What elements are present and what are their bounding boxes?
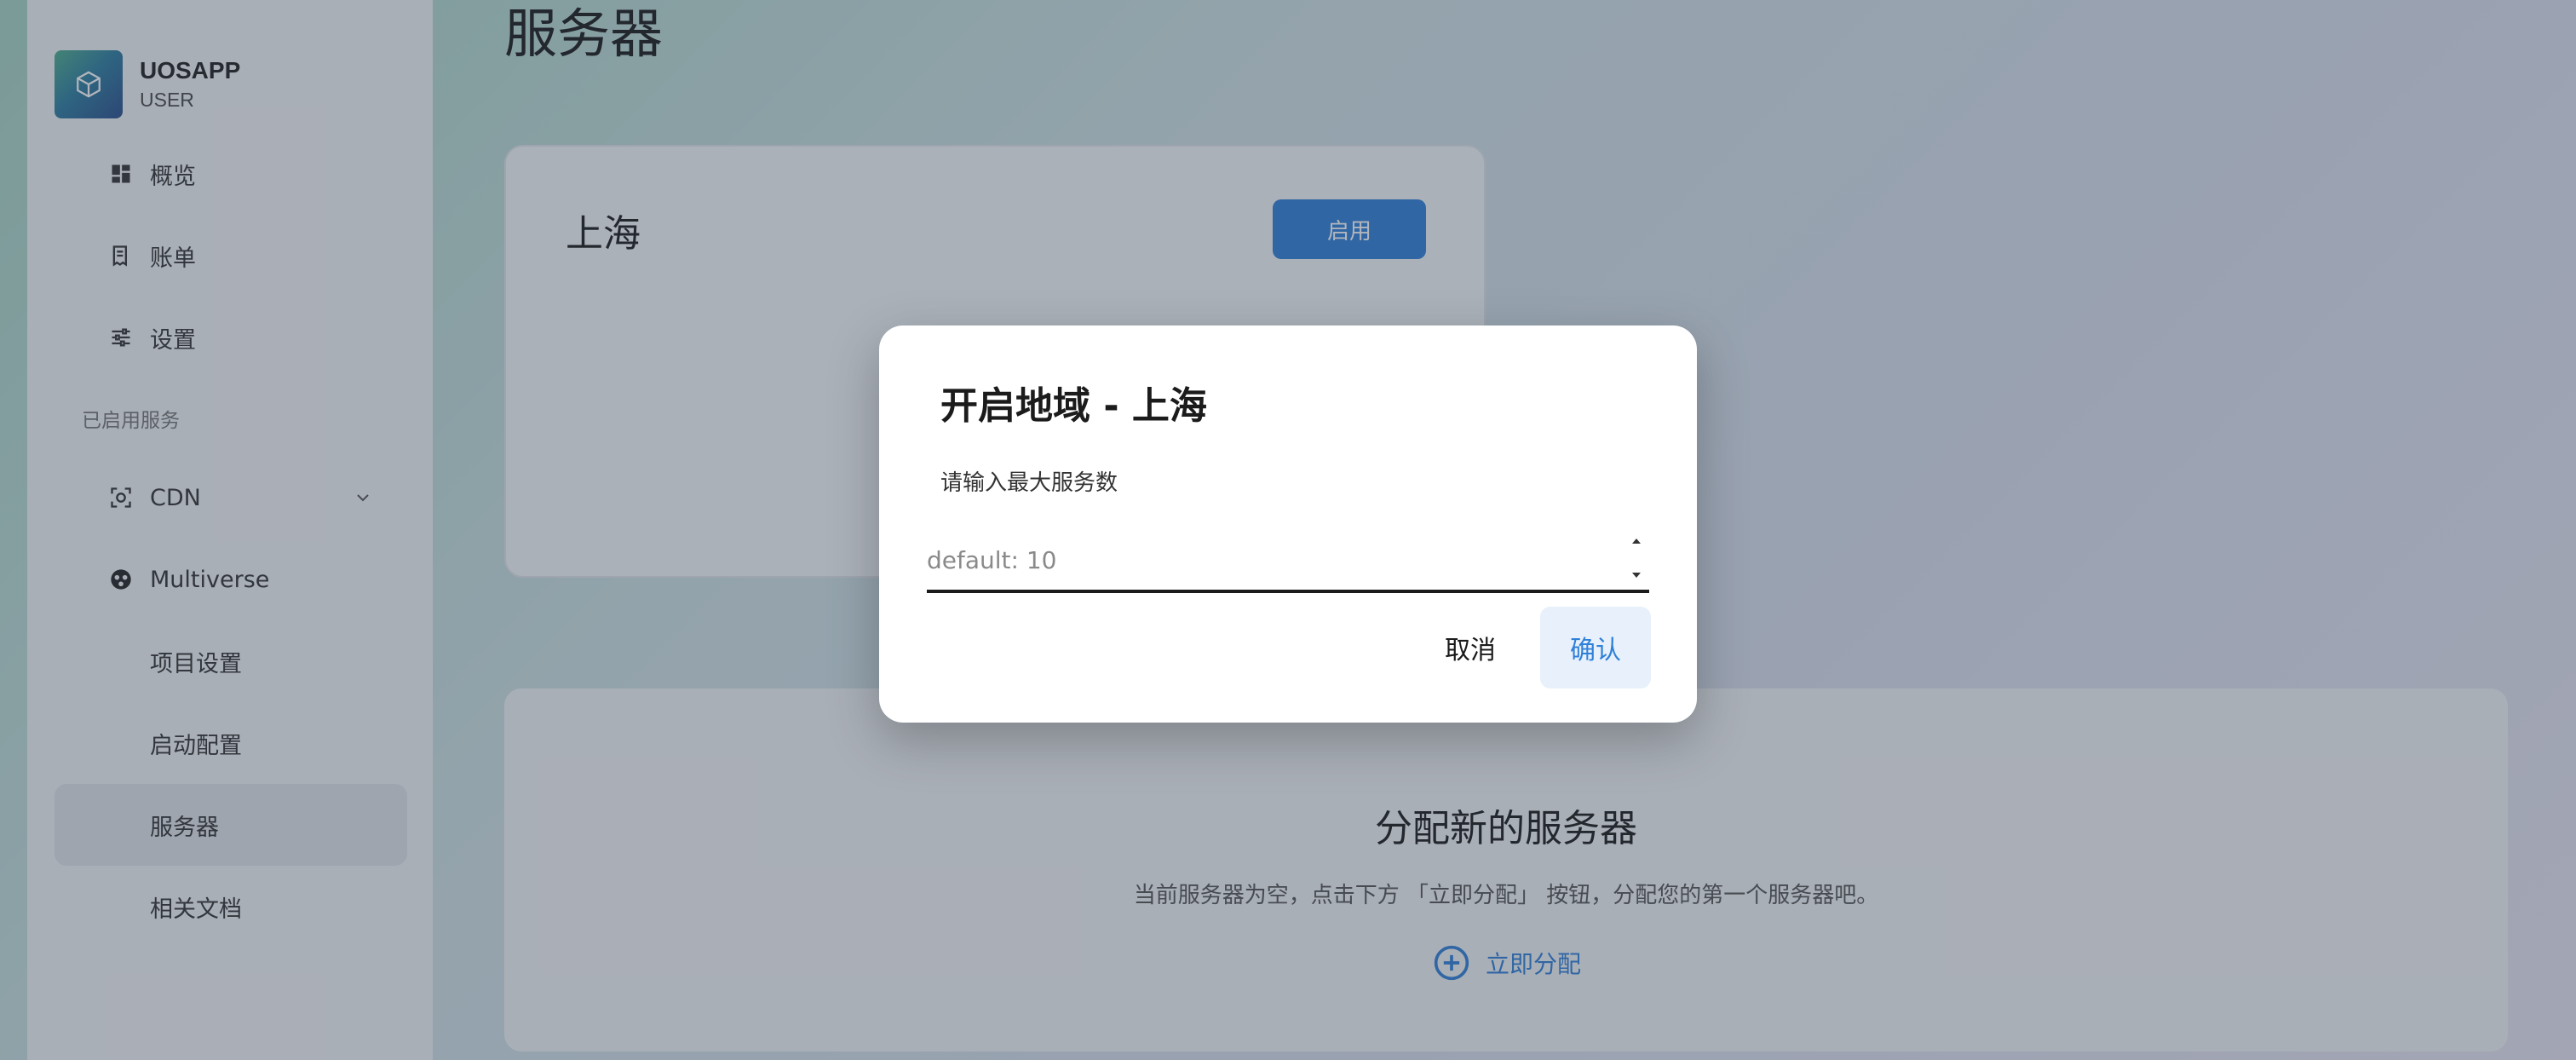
enable-region-dialog: 开启地域 - 上海 请输入最大服务数 取消 确认	[879, 325, 1697, 723]
dialog-subtitle: 请输入最大服务数	[940, 470, 1118, 496]
confirm-button[interactable]: 确认	[1540, 607, 1651, 688]
cancel-button[interactable]: 取消	[1423, 607, 1518, 688]
stepper-down-icon[interactable]	[1629, 569, 1644, 581]
max-service-input[interactable]	[927, 533, 1608, 586]
dialog-title: 开启地域 - 上海	[940, 384, 1207, 428]
stepper-up-icon[interactable]	[1629, 535, 1644, 547]
number-stepper[interactable]	[1624, 535, 1649, 581]
app-root: UOSAPP USER 概览 账单 设置 已启用服务 CDN Multivers…	[0, 0, 2576, 1060]
max-service-field	[927, 533, 1649, 593]
